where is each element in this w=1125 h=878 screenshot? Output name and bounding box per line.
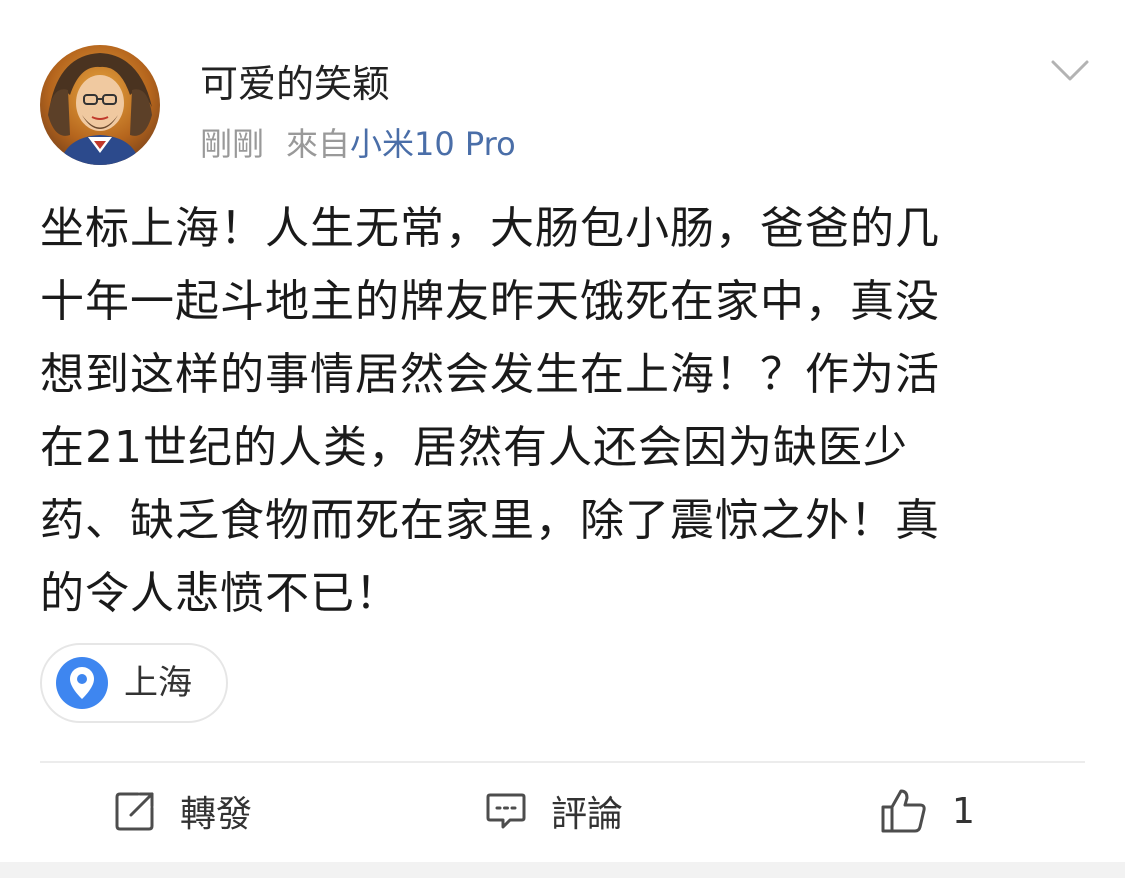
post-body-line: 的令人悲愤不已！ (40, 568, 400, 619)
thumbs-up-icon (881, 789, 926, 833)
post-body: 坐标上海！人生无常，大肠包小肠，爸爸的几 十年一起斗地主的牌友昨天饿死在家中，真… (40, 192, 1090, 630)
feed-separator (0, 862, 1125, 878)
repost-label: 轉發 (180, 794, 253, 835)
weibo-post-card: 可爱的笑颖 剛剛 來自小米10 Pro 坐标上海！人生无常，大肠包小肠，爸爸的几 … (0, 0, 1125, 862)
post-time: 剛剛 (200, 125, 265, 163)
device-link[interactable]: 小米10 Pro (350, 125, 516, 163)
divider (40, 761, 1085, 763)
post-body-line: 坐标上海！人生无常，大肠包小肠，爸爸的几 (40, 203, 940, 254)
post-meta: 剛剛 來自小米10 Pro (200, 124, 516, 164)
post-body-line: 想到这样的事情居然会发生在上海！？作为活 (40, 349, 940, 400)
location-tag[interactable]: 上海 (40, 643, 228, 723)
post-body-line: 在21世纪的人类，居然有人还会因为缺医少 (40, 422, 908, 473)
author-name[interactable]: 可爱的笑颖 (200, 62, 390, 106)
avatar[interactable] (40, 45, 160, 165)
location-pin-icon (56, 657, 108, 709)
post-body-line: 十年一起斗地主的牌友昨天饿死在家中，真没 (40, 276, 940, 327)
repost-button[interactable]: 轉發 (114, 785, 252, 837)
share-icon (115, 792, 154, 831)
source-prefix: 來自 (286, 125, 351, 163)
chevron-down-icon[interactable] (1050, 58, 1090, 84)
like-button[interactable]: 1 (880, 785, 975, 837)
comment-label: 評論 (551, 794, 624, 835)
like-count: 1 (952, 790, 975, 832)
location-label: 上海 (124, 663, 192, 703)
post-body-line: 药、缺乏食物而死在家里，除了震惊之外！真 (40, 495, 940, 546)
comment-button[interactable]: 評論 (485, 785, 623, 837)
comment-icon (486, 793, 526, 829)
